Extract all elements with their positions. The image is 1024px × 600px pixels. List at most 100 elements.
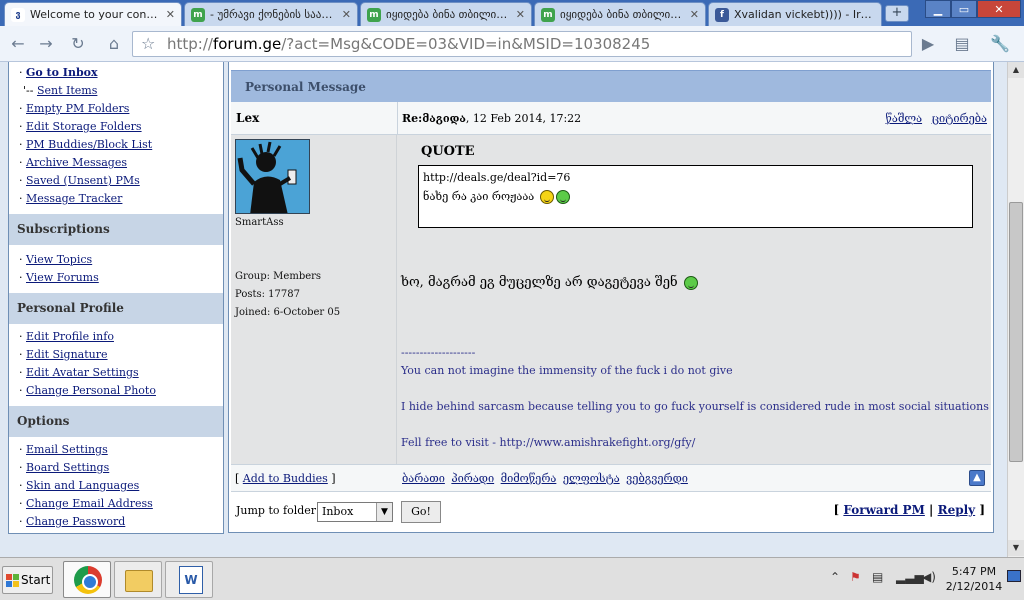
address-bar[interactable]: ☆ http://forum.ge/?act=Msg&CODE=03&VID=i… [132,31,912,57]
correspondence-link[interactable]: მიმოწერა [501,472,557,485]
tray-expand-icon[interactable]: ⌃ [830,570,840,584]
column-divider [397,102,398,134]
taskbar-chrome[interactable] [63,561,111,598]
go-button[interactable]: Go! [401,501,441,523]
wrench-icon[interactable]: 🔧 [988,32,1012,56]
clock[interactable]: 5:47 PM 2/12/2014 [939,564,1009,594]
message-subject-date: Re:მაგიდა, 12 Feb 2014, 17:22 [402,112,582,125]
page-menu-icon[interactable]: ▤ [950,32,974,56]
tab-facebook[interactable]: f Xvalidan vickebt)))) - Ir… [708,2,882,26]
subscriptions-header: Subscriptions [9,214,223,245]
user-title: SmartAss [235,217,284,228]
close-tab-icon[interactable]: ✕ [342,8,351,21]
close-tab-icon[interactable]: ✕ [166,8,175,21]
network-alert-icon[interactable]: ⚑ [850,570,861,584]
taskbar-word[interactable]: W [165,561,213,598]
windows-logo-icon [6,574,19,587]
quote-link-text: http://deals.ge/deal?id=76 [423,171,571,184]
usb-icon[interactable]: ▤ [872,570,883,584]
sidebar-item-change-password[interactable]: · Change Password [19,513,223,531]
home-icon[interactable]: ⌂ [102,32,126,56]
sidebar-item-edit-avatar[interactable]: · Edit Avatar Settings [19,364,223,382]
sidebar-item-edit-storage[interactable]: · Edit Storage Folders [19,118,223,136]
message-panel-title: Personal Message [231,70,991,102]
sidebar-item-saved-pms[interactable]: · Saved (Unsent) PMs [19,172,223,190]
browser-tab-strip: ვ Welcome to your contr… ✕ m - უმრავი ქო… [0,0,1024,26]
forward-pm-link[interactable]: Forward PM [843,503,925,517]
grin-smiley-icon [683,275,698,290]
message-body: QUOTE http://deals.ge/deal?id=76 ნახე რა… [398,135,991,464]
quote-box: http://deals.ge/deal?id=76 ნახე რა კაი რ… [418,165,973,228]
scroll-top-icon[interactable]: ▲ [969,470,985,486]
close-window-icon[interactable]: ✕ [977,0,1021,18]
sidebar-item-empty-folders[interactable]: · Empty PM Folders [19,100,223,118]
add-to-buddies-link[interactable]: Add to Buddies [243,472,328,485]
sidebar-item-change-email[interactable]: · Change Email Address [19,495,223,513]
volume-icon[interactable]: ◀) [922,570,936,584]
maximize-icon[interactable]: ▭ [951,0,977,18]
browser-toolbar: ← → ↻ ⌂ ☆ http://forum.ge/?act=Msg&CODE=… [0,26,1024,62]
start-button[interactable]: Start [2,566,53,594]
signature-line: I hide behind sarcasm because telling yo… [401,400,989,413]
sidebar-item-go-to-inbox[interactable]: · Go to Inbox [19,64,223,82]
bookmark-star-icon[interactable]: ☆ [141,34,155,53]
facebook-icon: f [715,7,729,22]
scroll-up-icon[interactable]: ▲ [1008,62,1024,78]
private-link[interactable]: პირადი [451,472,494,485]
sidebar-item-sent-items[interactable]: '-- Sent Items [19,82,223,100]
profile-card-link[interactable]: ბარათი [402,472,445,485]
reply-text: ხო, მაგრამ ეგ მუცელზე არ დაგეტევა შენ [401,275,698,290]
sidebar-item-view-forums[interactable]: · View Forums [19,269,223,287]
user-joined: Joined: 6-October 05 [235,307,341,318]
message-header-row: Lex Re:მაგიდა, 12 Feb 2014, 17:22 წაშლა … [231,102,991,135]
url-prefix: http:// [167,35,213,53]
website-link[interactable]: ვებგვერდი [626,472,688,485]
options-header: Options [9,406,223,437]
page-content: · Go to Inbox '-- Sent Items · Empty PM … [0,62,1007,557]
reload-icon[interactable]: ↻ [66,32,90,56]
author-name[interactable]: Lex [236,102,259,135]
author-profile: SmartAss Group: Members Posts: 17787 Joi… [231,135,397,464]
scroll-down-icon[interactable]: ▼ [1008,540,1024,556]
sidebar-item-board-settings[interactable]: · Board Settings [19,459,223,477]
user-group: Group: Members [235,271,322,282]
signal-icon[interactable]: ▂▃▅ [896,570,924,584]
tab-apartment-2[interactable]: m იყიდება ბინა თბილისში ✕ [534,2,706,26]
avatar [235,139,310,214]
page-scrollbar[interactable]: ▲ ▼ [1007,62,1024,557]
options-links: · Email Settings · Board Settings · Skin… [9,437,223,537]
user-posts: Posts: 17787 [235,289,300,300]
pm-sidebar: · Go to Inbox '-- Sent Items · Empty PM … [8,62,224,534]
sidebar-item-skin-languages[interactable]: · Skin and Languages [19,477,223,495]
sidebar-item-change-photo[interactable]: · Change Personal Photo [19,382,223,400]
close-tab-icon[interactable]: ✕ [516,8,525,21]
signature-line: You can not imagine the immensity of the… [401,364,733,377]
play-icon[interactable]: ▶ [916,32,940,56]
new-tab-button[interactable]: + [885,5,909,22]
sidebar-item-tracker[interactable]: · Message Tracker [19,190,223,208]
tab-property[interactable]: m - უმრავი ქონების საავ‌ტო… ✕ [184,2,358,26]
message-commands: [ Forward PM | Reply ] [833,503,985,517]
email-link[interactable]: ელფოსტა [563,472,620,485]
show-desktop-icon[interactable] [1007,570,1021,582]
tab-welcome[interactable]: ვ Welcome to your contr… ✕ [4,2,182,26]
sidebar-item-edit-profile[interactable]: · Edit Profile info [19,328,223,346]
sidebar-item-buddies[interactable]: · PM Buddies/Block List [19,136,223,154]
back-arrow-icon[interactable]: ← [6,32,30,56]
close-tab-icon[interactable]: ✕ [690,8,699,21]
scroll-thumb[interactable] [1009,202,1023,462]
taskbar-explorer[interactable] [114,561,162,598]
sidebar-item-view-topics[interactable]: · View Topics [19,251,223,269]
tab-apartment-1[interactable]: m იყიდება ბინა თბილისში ✕ [360,2,532,26]
forum-g-icon: ვ [11,7,25,22]
folder-select[interactable]: Inbox ▼ [317,502,393,522]
reply-link[interactable]: Reply [938,503,976,517]
delete-link[interactable]: წაშლა [886,112,923,125]
sidebar-item-email-settings[interactable]: · Email Settings [19,441,223,459]
forward-arrow-icon[interactable]: → [34,32,58,56]
sidebar-item-edit-signature[interactable]: · Edit Signature [19,346,223,364]
sidebar-item-archive[interactable]: · Archive Messages [19,154,223,172]
quote-link[interactable]: ციტირება [932,112,987,125]
system-tray: ⌃ ⚑ ▤ ▂▃▅ ◀) 5:47 PM 2/12/2014 [824,558,1024,600]
minimize-icon[interactable]: ▁ [925,0,951,18]
